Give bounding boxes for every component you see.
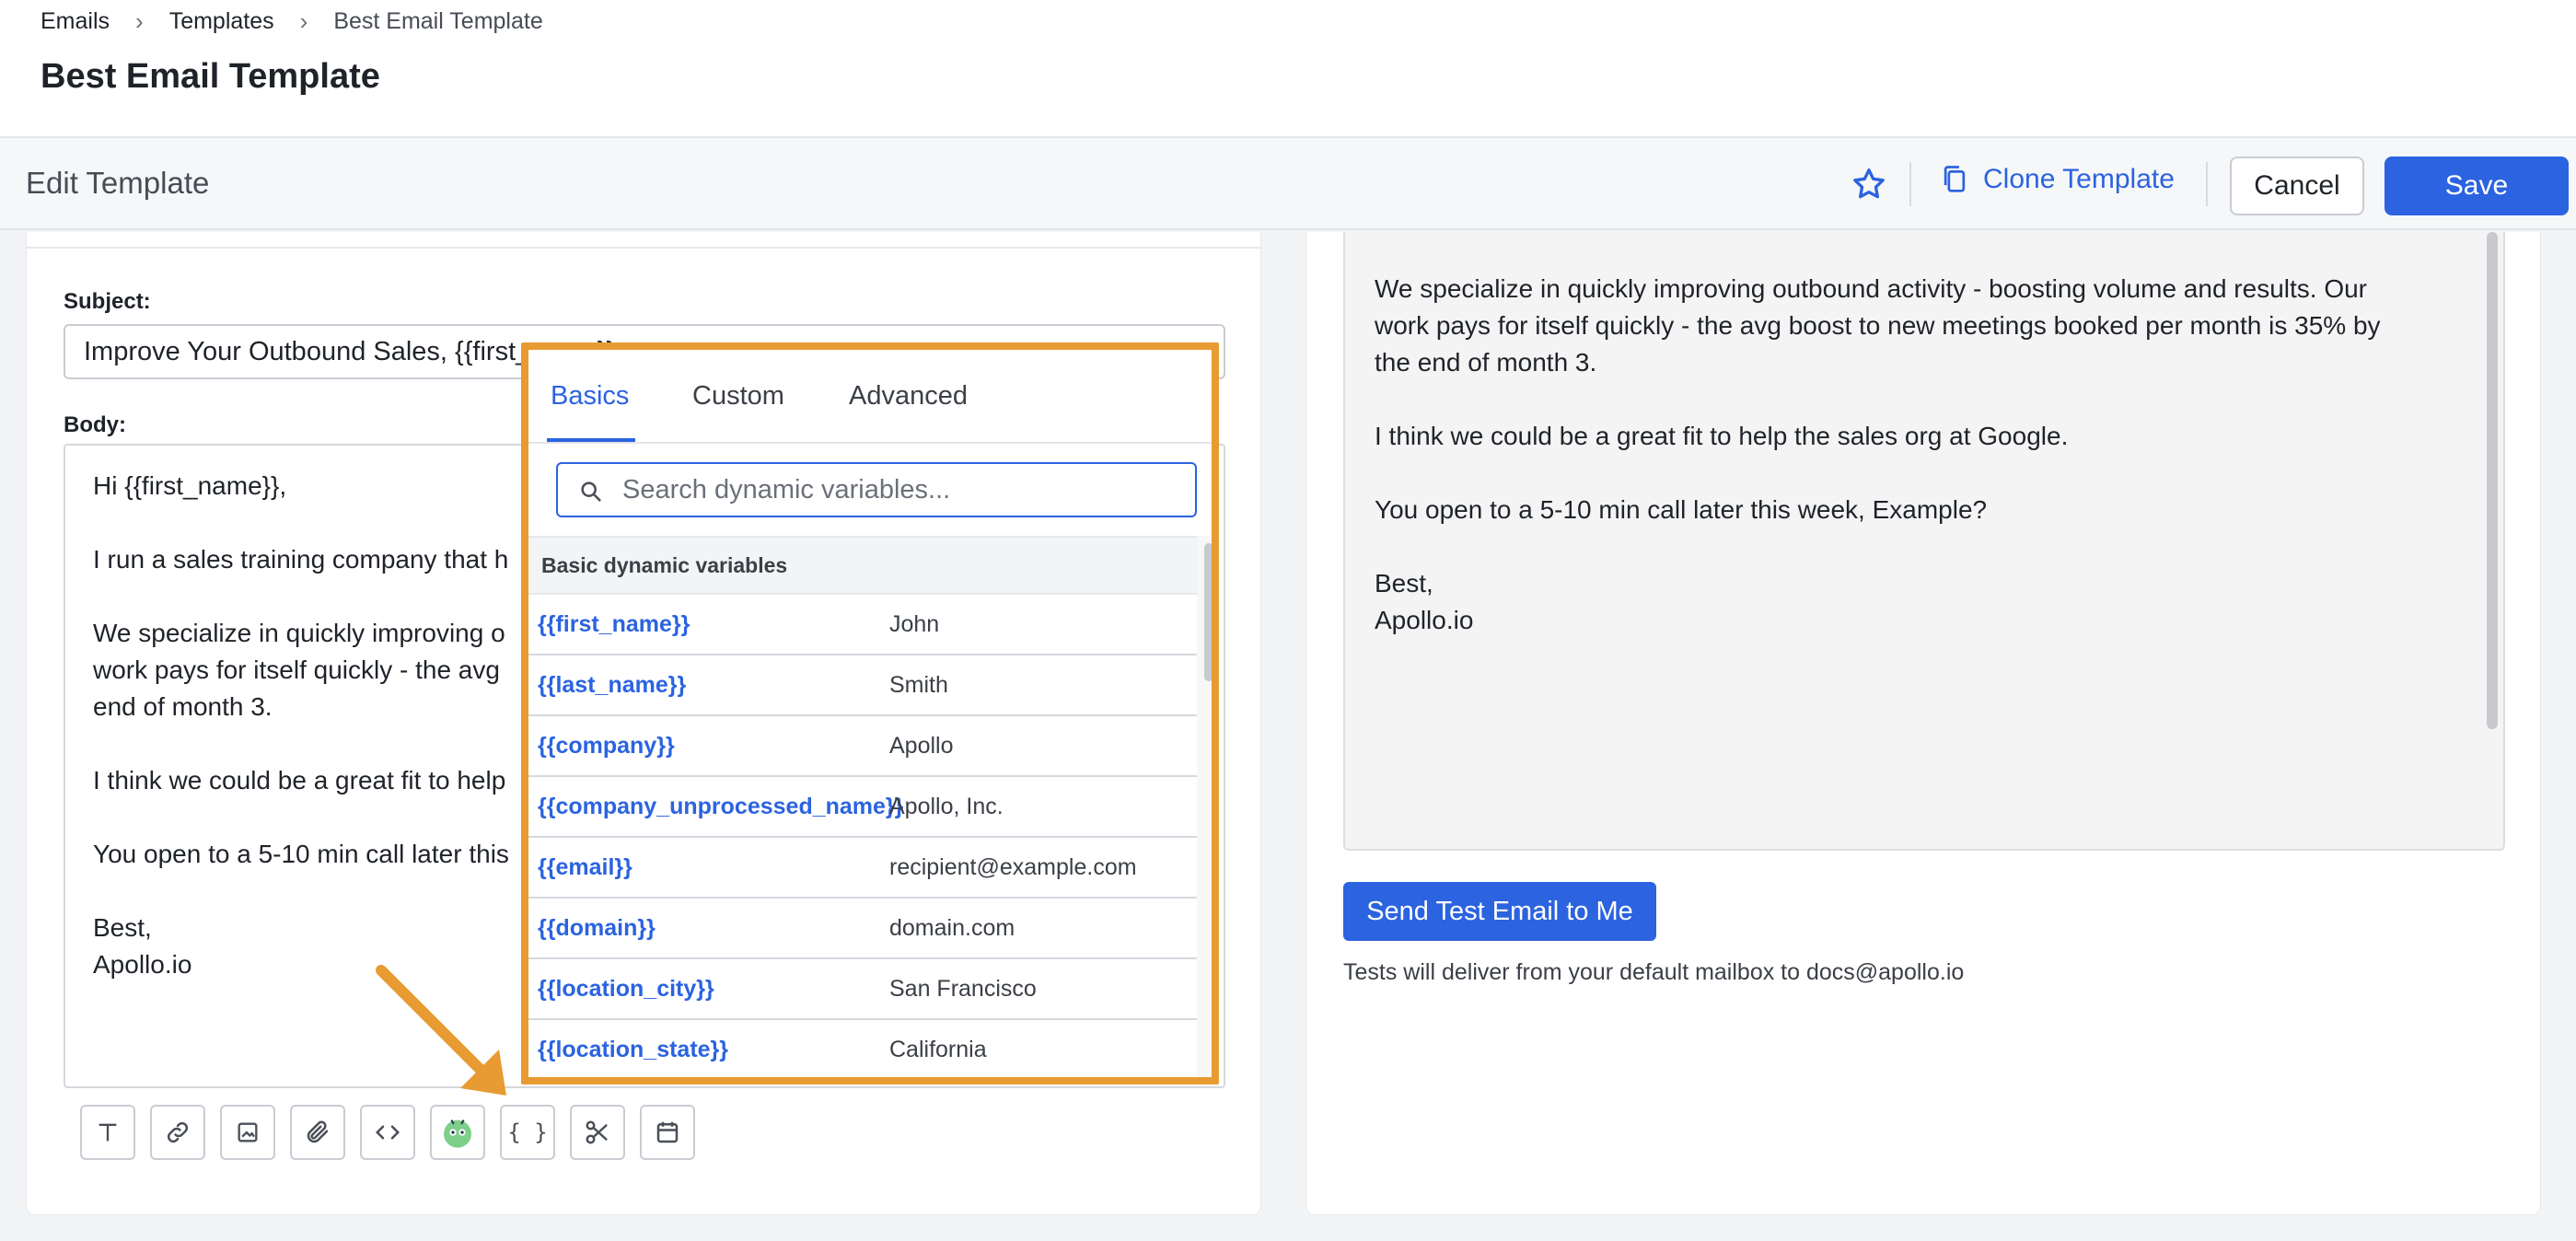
- variable-row[interactable]: {{location_state}} California: [528, 1020, 1197, 1077]
- image-icon[interactable]: [220, 1105, 275, 1160]
- variable-sample-value: Apollo, Inc.: [889, 793, 1004, 819]
- edit-template-title: Edit Template: [26, 166, 210, 200]
- save-button[interactable]: Save: [2385, 157, 2569, 215]
- text-format-icon[interactable]: [80, 1105, 135, 1160]
- breadcrumb-current: Best Email Template: [333, 8, 543, 34]
- email-preview[interactable]: I run a sales training company that help…: [1343, 232, 2505, 851]
- snippets-icon[interactable]: [570, 1105, 625, 1160]
- clone-template-button[interactable]: Clone Template: [1941, 164, 2175, 195]
- attachment-icon[interactable]: [290, 1105, 345, 1160]
- tab-basics[interactable]: Basics: [551, 381, 629, 412]
- annotation-arrow-icon: [376, 965, 506, 1096]
- chevron-right-icon: ›: [135, 7, 144, 35]
- variable-sample-value: recipient@example.com: [889, 853, 1137, 880]
- tab-custom[interactable]: Custom: [692, 381, 784, 412]
- variable-row[interactable]: {{location_city}} San Francisco: [528, 959, 1197, 1020]
- variable-sample-value: John: [889, 610, 940, 637]
- variable-key: {{company_unprocessed_name}}: [538, 793, 904, 819]
- section-header-basic-variables: Basic dynamic variables: [528, 536, 1197, 595]
- divider: [27, 247, 1262, 249]
- variable-key: {{email}}: [538, 853, 632, 880]
- clone-template-label: Clone Template: [1983, 164, 2175, 194]
- star-icon[interactable]: [1851, 166, 1887, 203]
- search-variables-input[interactable]: [622, 471, 1175, 508]
- test-delivery-note: Tests will deliver from your default mai…: [1343, 959, 1965, 985]
- preview-panel: I run a sales training company that help…: [1305, 232, 2541, 1215]
- variable-key: {{last_name}}: [538, 671, 687, 698]
- preview-text: I run a sales training company that help…: [1375, 274, 2381, 634]
- breadcrumb: Emails › Templates › Best Email Template: [41, 7, 543, 36]
- dynamic-variables-dropdown: Basics Custom Advanced Basic dynamic var…: [521, 342, 1219, 1084]
- send-test-email-button[interactable]: Send Test Email to Me: [1343, 882, 1656, 941]
- body-text: Hi {{first_name}}, I run a sales trainin…: [93, 471, 509, 979]
- variable-list: {{first_name}} John {{last_name}} Smith {{co…: [528, 595, 1197, 1077]
- variable-key: {{first_name}}: [538, 610, 690, 637]
- divider: [1909, 162, 1911, 206]
- chevron-right-icon: ›: [299, 7, 308, 35]
- body-label: Body:: [64, 412, 126, 437]
- link-icon[interactable]: [150, 1105, 205, 1160]
- cancel-button[interactable]: Cancel: [2230, 157, 2364, 215]
- variable-row[interactable]: {{company_unprocessed_name}} Apollo, Inc.: [528, 777, 1197, 838]
- divider: [2206, 162, 2208, 206]
- variable-row[interactable]: {{email}} recipient@example.com: [528, 838, 1197, 899]
- search-icon: [581, 481, 601, 502]
- variable-key: {{location_city}}: [538, 975, 714, 1002]
- variable-row[interactable]: {{domain}} domain.com: [528, 899, 1197, 959]
- variable-sample-value: domain.com: [889, 914, 1015, 941]
- subject-label: Subject:: [64, 289, 151, 314]
- breadcrumb-templates[interactable]: Templates: [169, 8, 274, 35]
- calendar-icon[interactable]: [640, 1105, 695, 1160]
- tab-advanced[interactable]: Advanced: [849, 381, 968, 412]
- variable-sample-value: Apollo: [889, 732, 954, 759]
- variable-sample-value: San Francisco: [889, 975, 1037, 1002]
- top-header: Emails › Templates › Best Email Template…: [0, 0, 2576, 138]
- active-tab-indicator: [547, 438, 635, 442]
- variable-sample-value: Smith: [889, 671, 948, 698]
- search-variables-field[interactable]: [556, 462, 1197, 517]
- dropdown-scrollbar[interactable]: [1204, 543, 1212, 681]
- variable-row[interactable]: {{last_name}} Smith: [528, 655, 1197, 716]
- variable-key: {{domain}}: [538, 914, 656, 941]
- breadcrumb-emails[interactable]: Emails: [41, 8, 110, 35]
- preview-scrollbar[interactable]: [2487, 232, 2498, 729]
- edit-toolbar: Edit Template Clone Template Cancel Save: [0, 138, 2576, 230]
- page-title: Best Email Template: [41, 57, 380, 96]
- variable-key: {{company}}: [538, 732, 675, 759]
- copy-icon: [1944, 166, 1966, 192]
- variable-sample-value: California: [889, 1036, 987, 1062]
- dropdown-tabs: Basics Custom Advanced: [528, 350, 1212, 444]
- variable-key: {{location_state}}: [538, 1036, 729, 1062]
- variable-row[interactable]: {{first_name}} John: [528, 595, 1197, 655]
- variable-row[interactable]: {{company}} Apollo: [528, 716, 1197, 777]
